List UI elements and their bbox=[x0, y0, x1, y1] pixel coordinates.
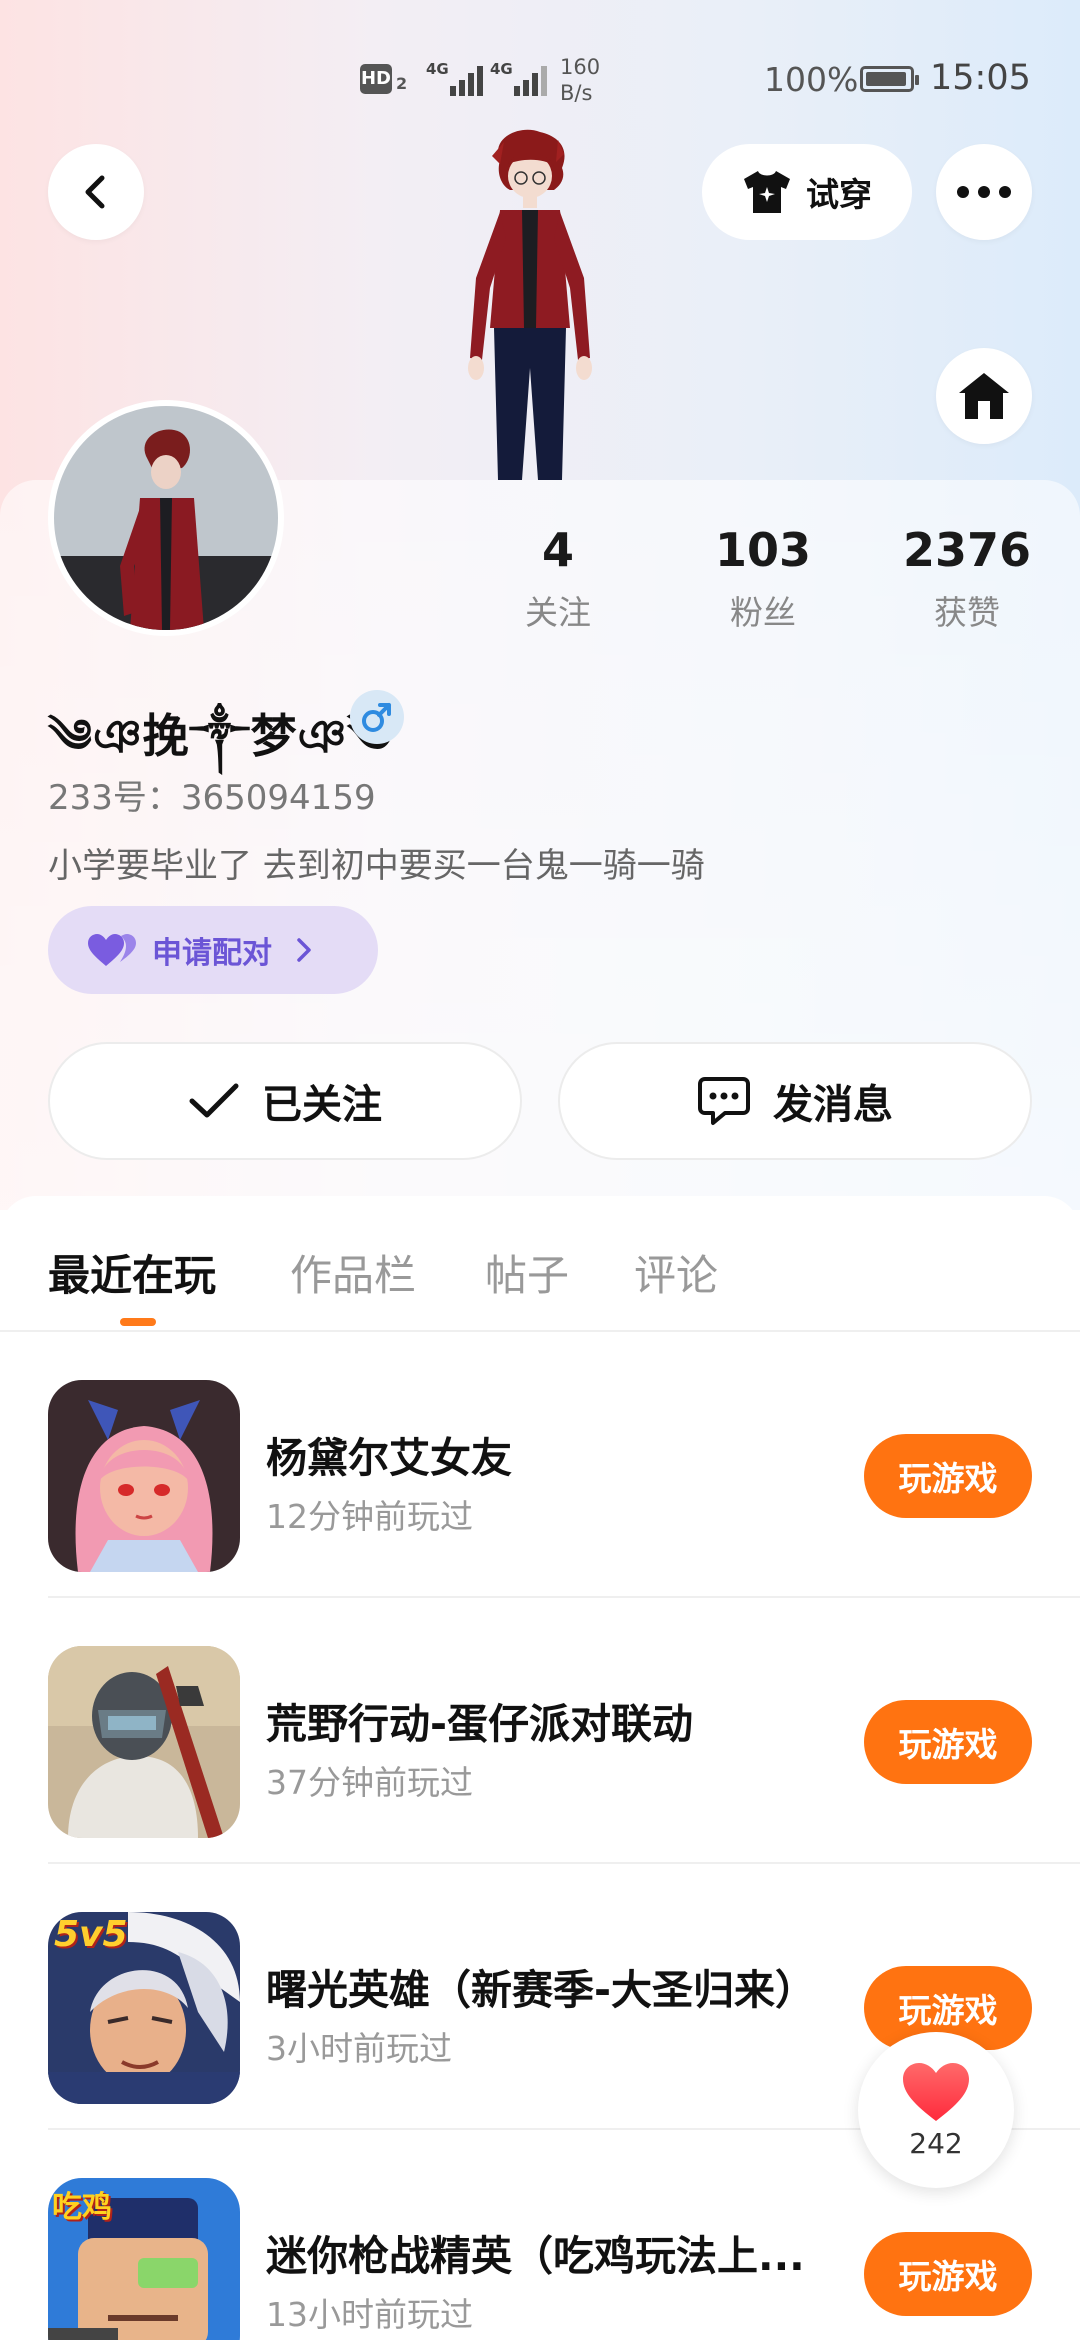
stat-label: 关注 bbox=[525, 593, 591, 632]
avatar[interactable] bbox=[48, 400, 284, 636]
male-icon bbox=[362, 703, 391, 732]
like-count: 242 bbox=[909, 2126, 963, 2160]
stat-following[interactable]: 4 关注 bbox=[478, 520, 638, 634]
game-icon bbox=[48, 1380, 240, 1572]
play-game-button[interactable]: 玩游戏 bbox=[864, 2232, 1032, 2316]
stat-value: 2376 bbox=[902, 523, 1032, 577]
signal-2-icon: 4G bbox=[490, 60, 552, 96]
game-icon: 吃鸡 bbox=[48, 2178, 240, 2340]
bio: 小学要毕业了 去到初中要买一台鬼一骑一骑 bbox=[48, 846, 705, 886]
network-speed: 160 B/s bbox=[560, 55, 601, 105]
chat-bubble-icon bbox=[698, 1077, 750, 1125]
try-on-button[interactable]: 试穿 bbox=[702, 144, 912, 240]
clock: 15:05 bbox=[930, 58, 1031, 98]
game-icon bbox=[48, 1646, 240, 1838]
game-title: 曙光英雄（新赛季-大圣归来） bbox=[266, 1966, 817, 2014]
play-game-button[interactable]: 玩游戏 bbox=[864, 1434, 1032, 1518]
game-icon-badge: 吃鸡 bbox=[52, 2190, 112, 2225]
heart-icon bbox=[903, 2062, 969, 2121]
apply-pair-button[interactable]: 申请配对 bbox=[48, 906, 378, 994]
hd-badge: HD bbox=[360, 64, 392, 94]
list-item[interactable]: 荒野行动-蛋仔派对联动 37分钟前玩过 玩游戏 bbox=[0, 1598, 1080, 1864]
hd-sub: 2 bbox=[396, 74, 408, 93]
play-game-button[interactable]: 玩游戏 bbox=[864, 1700, 1032, 1784]
tab-bar: 最近在玩 作品栏 帖子 评论 bbox=[0, 1196, 1080, 1332]
chevron-left-icon bbox=[85, 175, 105, 209]
tab-recently-played[interactable]: 最近在玩 bbox=[48, 1242, 216, 1303]
home-button[interactable] bbox=[936, 348, 1032, 444]
active-tab-indicator bbox=[120, 1318, 156, 1326]
last-played-time: 3小时前玩过 bbox=[266, 2029, 452, 2068]
character-avatar-figure[interactable] bbox=[430, 128, 630, 480]
battery-icon bbox=[860, 66, 919, 92]
stat-value: 4 bbox=[541, 523, 574, 577]
try-on-label: 试穿 bbox=[806, 175, 872, 214]
list-item[interactable]: 杨黛尔艾女友 12分钟前玩过 玩游戏 bbox=[0, 1332, 1080, 1598]
user-id: 233号：365094159 bbox=[48, 778, 376, 818]
signal-1-icon: 4G bbox=[426, 60, 488, 96]
stat-followers[interactable]: 103 粉丝 bbox=[683, 520, 843, 634]
tab-comments[interactable]: 评论 bbox=[634, 1242, 718, 1303]
floating-like-button[interactable]: 242 bbox=[858, 2032, 1014, 2188]
game-title: 迷你枪战精英（吃鸡玩法上... bbox=[266, 2232, 805, 2280]
send-message-label: 发消息 bbox=[773, 1082, 893, 1128]
last-played-time: 13小时前玩过 bbox=[266, 2295, 473, 2334]
last-played-time: 12分钟前玩过 bbox=[266, 1497, 473, 1536]
chevron-right-icon bbox=[297, 938, 311, 962]
tab-posts[interactable]: 帖子 bbox=[485, 1242, 569, 1303]
game-title: 荒野行动-蛋仔派对联动 bbox=[266, 1700, 694, 1748]
send-message-button[interactable]: 发消息 bbox=[558, 1042, 1032, 1160]
last-played-time: 37分钟前玩过 bbox=[266, 1763, 473, 1802]
game-title: 杨黛尔艾女友 bbox=[266, 1434, 512, 1482]
apply-pair-label: 申请配对 bbox=[152, 936, 272, 971]
shirt-icon bbox=[744, 171, 790, 213]
tab-works[interactable]: 作品栏 bbox=[290, 1242, 416, 1303]
more-button[interactable] bbox=[936, 144, 1032, 240]
hearts-icon bbox=[88, 934, 136, 966]
check-icon bbox=[189, 1083, 239, 1118]
stat-likes[interactable]: 2376 获赞 bbox=[887, 520, 1047, 634]
more-dots-icon bbox=[957, 186, 1011, 198]
followed-label: 已关注 bbox=[262, 1082, 382, 1128]
back-button[interactable] bbox=[48, 144, 144, 240]
game-icon: 5v5 bbox=[48, 1912, 240, 2104]
stat-label: 粉丝 bbox=[730, 593, 796, 632]
gender-badge bbox=[350, 690, 404, 744]
house-icon bbox=[959, 373, 1009, 419]
stat-value: 103 bbox=[714, 523, 812, 577]
game-icon-badge: 5v5 bbox=[54, 1914, 128, 1955]
avatar-image bbox=[54, 406, 278, 630]
stat-label: 获赞 bbox=[934, 593, 1000, 632]
followed-button[interactable]: 已关注 bbox=[48, 1042, 522, 1160]
battery-percent: 100% bbox=[764, 60, 859, 99]
